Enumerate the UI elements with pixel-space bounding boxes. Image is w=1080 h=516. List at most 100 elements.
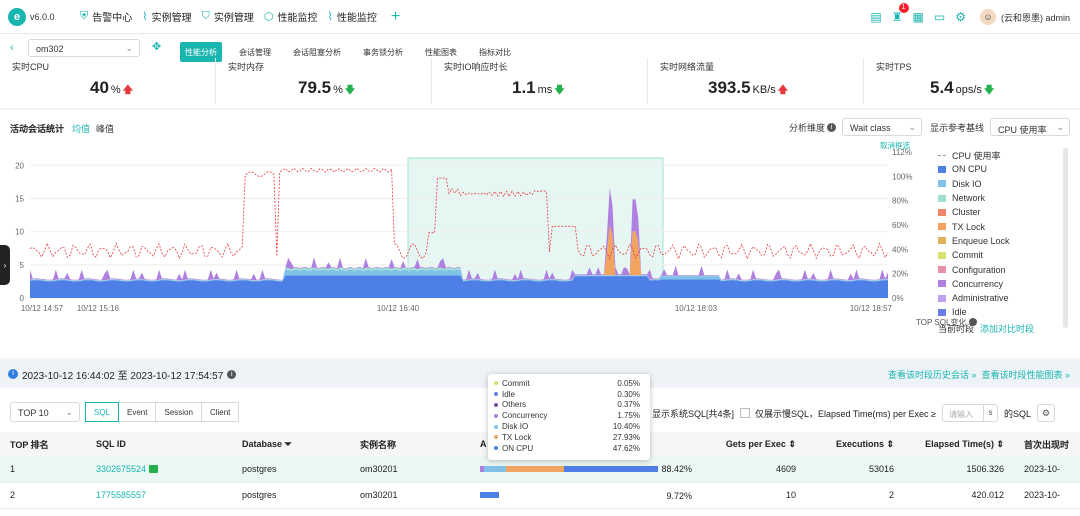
instance-select[interactable]: om302 ⌄ — [28, 39, 140, 57]
nav-item-label: 实例管理 — [213, 13, 254, 24]
cell-sql-id: 1775585557 — [86, 482, 232, 509]
metric-value: 393.5 KB/s 🡅 — [708, 78, 788, 100]
y-right-tick-label: 60% — [892, 221, 908, 230]
col-executions[interactable]: Executions ⇕ — [806, 432, 904, 456]
metric-cpu: 实时CPU 40% 🡅 — [0, 58, 216, 104]
nav-item-instance-mgmt-2[interactable]: ⛉ 实例管理 — [202, 9, 254, 24]
add-compare-link[interactable]: 添加对比时段 — [980, 322, 1034, 335]
document-icon[interactable]: ▤ — [870, 10, 881, 24]
tooltip-row: Others 0.37% — [494, 400, 644, 411]
col-rank: TOP 排名 — [0, 432, 86, 456]
x-tick-label: 10/12 18:03 — [675, 304, 718, 313]
instance-header: ‹ om302 ⌄ ✥ 性能分析 会话管理 会话阻塞分析 事务锁分析 性能图表 指… — [0, 34, 1080, 108]
legend-item[interactable]: Concurrency — [938, 277, 1034, 291]
legend-item[interactable]: CPU 使用率 — [938, 148, 1034, 162]
legend-swatch — [938, 280, 946, 288]
tab-session[interactable]: Session — [155, 402, 202, 422]
legend-label: TX Lock — [952, 221, 986, 232]
metric-unit: ops/s — [955, 84, 982, 96]
legend-item[interactable]: Enqueue Lock — [938, 234, 1034, 248]
toggle-avg[interactable]: 均值 — [72, 124, 90, 134]
cell-elapsed: 420.012 — [904, 482, 1014, 509]
notification-icon[interactable]: ♜ 1 — [892, 3, 909, 24]
sql-id-link[interactable]: 3302675524 — [96, 464, 146, 474]
gamepad-icon[interactable]: ✥ — [152, 40, 161, 53]
logo-icon: e — [8, 7, 26, 26]
legend-label: Configuration — [952, 264, 1006, 275]
active-session-chart[interactable]: 0 5 10 15 20 0% 20% 40% 60% 80% 100% 112% 10/12 14:5… — [0, 140, 1080, 358]
sql-suffix-label: 的SQL — [1004, 408, 1032, 419]
panel-title: 活动会话统计 — [10, 124, 65, 134]
pulse-icon: ⌇ — [327, 11, 333, 23]
calendar-icon[interactable]: ▦ — [913, 10, 924, 24]
nav-item-perf-monitor-2[interactable]: ⌇ 性能监控 — [327, 9, 376, 24]
history-session-link[interactable]: 查看该时段历史会话 » — [888, 370, 977, 380]
legend-item[interactable]: Commit — [938, 248, 1034, 262]
table-row[interactable]: 2 1775585557 postgres om30201 9.72% 10 2… — [0, 482, 1080, 509]
unit-label: s — [983, 405, 997, 421]
gear-icon[interactable]: ⚙ — [955, 10, 966, 24]
nav-item-instance-mgmt[interactable]: ⌇ 实例管理 — [142, 9, 191, 24]
legend-label: Cluster — [952, 207, 981, 218]
legend-swatch — [938, 208, 946, 216]
col-database[interactable]: Database ⏷ — [232, 432, 350, 456]
sql-id-link[interactable]: 1775585557 — [96, 490, 146, 500]
y-tick-label: 5 — [20, 261, 25, 270]
tooltip-dot — [494, 381, 498, 386]
legend-item[interactable]: Administrative — [938, 291, 1034, 305]
arrow-up-icon: 🡅 — [777, 85, 789, 96]
side-collapse-handle[interactable]: › — [0, 245, 10, 285]
legend-scrollbar[interactable] — [1063, 148, 1068, 328]
add-tab-icon[interactable]: + — [391, 8, 400, 26]
legend-item[interactable]: Idle — [938, 305, 1034, 319]
y-right-tick-label: 40% — [892, 245, 908, 254]
perf-chart-link[interactable]: 查看该时段性能图表 » — [981, 370, 1070, 380]
avatar: ☺ — [979, 9, 996, 25]
info-icon[interactable]: i — [826, 122, 836, 132]
activity-bar-on-cpu — [480, 492, 499, 499]
monitor-icon[interactable]: ▭ — [934, 10, 945, 24]
col-sql-id[interactable]: SQL ID — [86, 432, 232, 456]
col-gets-per-exec[interactable]: Gets per Exec ⇕ — [702, 432, 806, 456]
gear-icon[interactable]: ⚙ — [1037, 404, 1056, 422]
legend-swatch — [938, 165, 946, 173]
user-menu[interactable]: ☺ (云和恩墨) admin — [979, 9, 1070, 25]
tab-client[interactable]: Client — [200, 402, 240, 422]
cell-first-seen: 2023-10- — [1014, 482, 1080, 509]
legend-item[interactable]: Configuration — [938, 262, 1034, 276]
legend-label: Concurrency — [952, 278, 1004, 289]
col-elapsed[interactable]: Elapsed Time(s) ⇕ — [904, 432, 1014, 456]
tooltip-dot — [494, 446, 498, 451]
legend-swatch — [938, 180, 946, 188]
elapsed-threshold-input[interactable]: 请输入 s — [942, 404, 999, 422]
nav-item-alert-center[interactable]: ⛨ 告警中心 — [80, 9, 132, 24]
metric-number: 5.4 — [930, 78, 954, 97]
logo: e v6.0.0 — [8, 7, 70, 26]
legend-label: Network — [952, 193, 986, 204]
tooltip-name: Commit — [502, 378, 530, 388]
dimension-select[interactable]: Wait class ⌄ — [841, 118, 922, 136]
only-slow-sql-checkbox[interactable] — [740, 408, 751, 418]
legend-item[interactable]: Cluster — [938, 205, 1034, 219]
nav-item-perf-monitor[interactable]: ⬡ 性能监控 — [264, 9, 318, 24]
legend-item[interactable]: TX Lock — [938, 219, 1034, 233]
legend-item[interactable]: Network — [938, 191, 1034, 205]
tab-event[interactable]: Event — [118, 402, 157, 422]
baseline-select[interactable]: CPU 使用率 ⌄ — [990, 118, 1070, 136]
filter-icon[interactable]: ⏷ — [285, 439, 292, 449]
info-icon[interactable]: i — [227, 369, 237, 379]
tooltip-dot — [494, 392, 498, 397]
top-n-select[interactable]: TOP 10 ⌄ — [10, 402, 80, 422]
back-icon[interactable]: ‹ — [10, 42, 14, 54]
baseline-value: CPU 使用率 — [998, 125, 1047, 135]
tab-sql[interactable]: SQL — [85, 402, 120, 422]
legend-item[interactable]: ON CPU — [938, 162, 1034, 176]
legend-item[interactable]: Disk IO — [938, 177, 1034, 191]
tooltip-dot — [494, 424, 498, 429]
realtime-metrics: 实时CPU 40% 🡅 实时内存 79.5% 🡇 实时IO响应时长 1.1 ms 🡇 实… — [0, 58, 1080, 108]
message-icon[interactable] — [149, 465, 159, 474]
legend-label: Idle — [952, 307, 967, 318]
shield-icon: ⛉ — [201, 10, 210, 22]
toggle-peak[interactable]: 峰值 — [96, 124, 114, 134]
show-system-sql-label: 显示系统SQL[共4条] — [652, 408, 735, 419]
